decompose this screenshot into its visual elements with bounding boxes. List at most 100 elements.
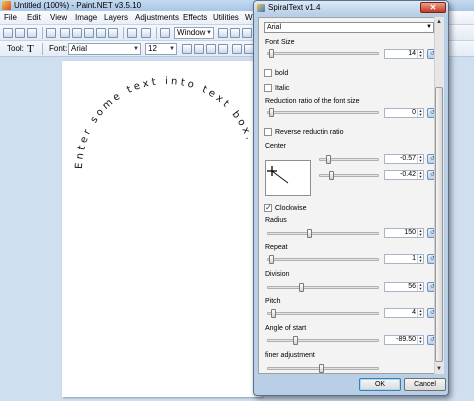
repeat-value: 1 [412,255,416,262]
center-picker[interactable] [265,160,311,196]
menu-adjustments[interactable]: Adjustments [135,11,179,25]
reduction-slider-thumb[interactable] [269,108,274,117]
repeat-slider-thumb[interactable] [269,255,274,264]
clockwise-label: Clockwise [275,205,307,212]
bold-icon[interactable] [182,44,192,54]
reduction-slider-track[interactable] [267,111,379,114]
font-label: Font: [49,44,68,53]
division-label: Division [265,271,290,278]
clockwise-checkbox[interactable] [264,203,272,212]
history-icon[interactable] [230,28,240,38]
copy-icon[interactable] [72,28,82,38]
redo-icon[interactable] [141,28,151,38]
division-input[interactable]: 56 ▲ ▼ [384,282,424,292]
grid-icon[interactable] [160,28,170,38]
division-slider-track[interactable] [267,286,379,289]
print-icon[interactable] [46,28,56,38]
radius-input[interactable]: 150 ▲ ▼ [384,228,424,238]
spinner-icon[interactable]: ▲ ▼ [417,155,423,163]
bold-checkbox[interactable] [264,69,272,77]
center-y-value: -0.42 [400,171,416,178]
reduction-input[interactable]: 0 ▲ ▼ [384,108,424,118]
underline-icon[interactable] [206,44,216,54]
scrollbar-thumb[interactable] [435,87,443,362]
font-size-slider-thumb[interactable] [269,49,274,58]
dialog-title-bar[interactable]: SpiralText v1.4 ✕ [254,1,448,15]
center-x-slider-thumb[interactable] [326,155,331,164]
window-combo[interactable]: Window ▼ [174,27,214,39]
menu-effects[interactable]: Effects [183,11,207,25]
angle-slider-thumb[interactable] [293,336,298,345]
spinner-icon[interactable]: ▲ ▼ [417,336,423,344]
division-slider-thumb[interactable] [299,283,304,292]
division-value: 56 [408,283,416,290]
italic-icon[interactable] [194,44,204,54]
pitch-slider-track[interactable] [267,312,379,315]
menu-window[interactable]: W [245,11,253,25]
repeat-input[interactable]: 1 ▲ ▼ [384,254,424,264]
pitch-input[interactable]: 4 ▲ ▼ [384,308,424,318]
scroll-down-icon[interactable]: ▼ [434,365,444,373]
pitch-slider-thumb[interactable] [271,309,276,318]
font-size-combo[interactable]: 12 ▼ [145,43,177,55]
menu-image[interactable]: Image [75,11,97,25]
save-icon[interactable] [27,28,37,38]
angle-value: -89.50 [396,336,416,343]
menu-file[interactable]: File [4,11,17,25]
new-icon[interactable] [3,28,13,38]
reduction-label: Reduction ratio of the font size [265,98,360,105]
pitch-value: 4 [412,309,416,316]
bold-label: bold [275,70,289,77]
undo-icon[interactable] [127,28,137,38]
cancel-button[interactable]: Cancel [404,378,446,391]
crop-icon[interactable] [96,28,106,38]
deselect-icon[interactable] [108,28,118,38]
reverse-checkbox[interactable] [264,128,272,136]
layers-icon[interactable] [242,28,252,38]
scroll-up-icon[interactable]: ▲ [434,18,444,26]
cut-icon[interactable] [60,28,70,38]
center-y-slider-track[interactable] [319,174,379,177]
font-family-combo[interactable]: Arial ▼ [68,43,141,55]
radius-slider-track[interactable] [267,232,379,235]
open-icon[interactable] [15,28,25,38]
spinner-icon[interactable]: ▲ ▼ [417,255,423,263]
menu-view[interactable]: View [50,11,67,25]
spinner-icon[interactable]: ▲ ▼ [417,229,423,237]
spiral-text-path: Enter some text into text box. [74,76,253,169]
paste-icon[interactable] [84,28,94,38]
spinner-icon[interactable]: ▲ ▼ [417,309,423,317]
font-size-input[interactable]: 14 ▲ ▼ [384,49,424,59]
spinner-icon[interactable]: ▲ ▼ [417,171,423,179]
center-y-slider-thumb[interactable] [329,171,334,180]
menu-edit[interactable]: Edit [27,11,41,25]
paintnet-app-icon [2,1,11,10]
italic-checkbox[interactable] [264,84,272,92]
font-select[interactable]: Arial ▼ [264,22,434,33]
angle-input[interactable]: -89.50 ▲ ▼ [384,335,424,345]
ok-button[interactable]: OK [359,378,401,391]
finer-slider-thumb[interactable] [319,364,324,373]
spiraltext-dialog: SpiralText v1.4 ✕ Arial ▼ Font Size 14 ▲ ▼… [253,0,449,396]
font-size-slider-track[interactable] [267,52,379,55]
spinner-icon[interactable]: ▲ ▼ [417,109,423,117]
spinner-icon[interactable]: ▲ ▼ [417,50,423,58]
repeat-label: Repeat [265,244,288,251]
align-left-icon[interactable] [232,44,242,54]
angle-slider-track[interactable] [267,339,379,342]
dialog-scrollbar[interactable]: ▲ ▼ [434,17,444,374]
center-x-input[interactable]: -0.57 ▲ ▼ [384,154,424,164]
text-tool-icon[interactable]: T [27,43,34,55]
font-size-value: 12 [148,44,157,53]
repeat-slider-track[interactable] [267,258,379,261]
center-y-input[interactable]: -0.42 ▲ ▼ [384,170,424,180]
spiral-text-render: Enter some text into text box. [74,76,253,169]
strikeout-icon[interactable] [218,44,228,54]
spinner-icon[interactable]: ▲ ▼ [417,283,423,291]
menu-layers[interactable]: Layers [104,11,128,25]
tools-icon[interactable] [218,28,228,38]
radius-slider-thumb[interactable] [307,229,312,238]
image-canvas[interactable]: Enter some text into text box. [62,61,262,397]
close-button[interactable]: ✕ [420,2,446,13]
menu-utilities[interactable]: Utilities [213,11,239,25]
